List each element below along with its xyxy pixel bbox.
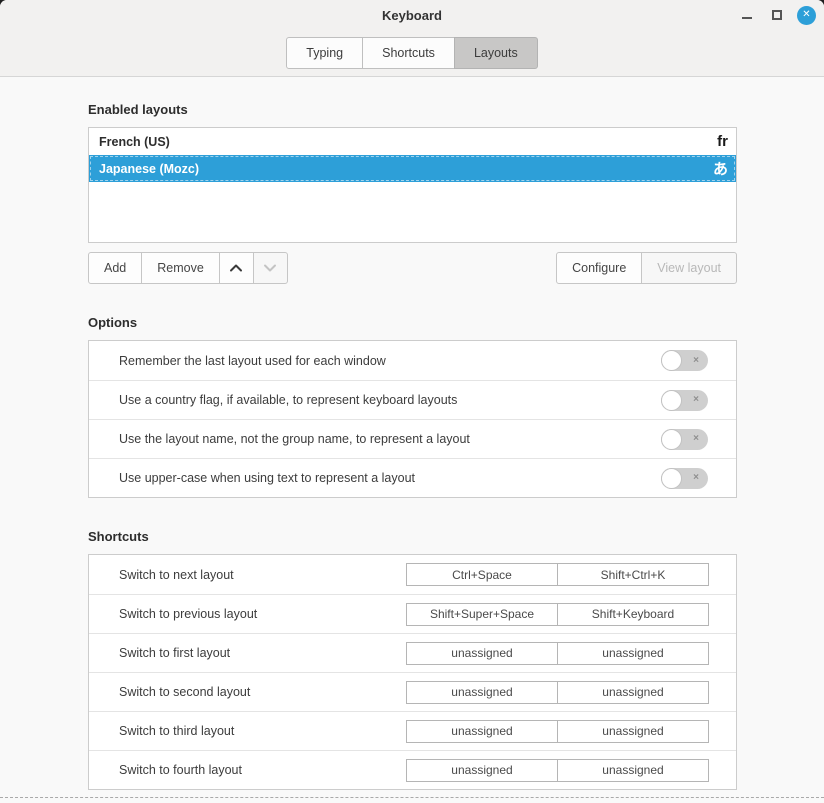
chevron-up-icon	[228, 261, 244, 275]
shortcut-label: Switch to previous layout	[119, 607, 406, 621]
keybinding-button[interactable]: unassigned	[406, 681, 558, 704]
keybinding-button[interactable]: unassigned	[406, 720, 558, 743]
shortcut-label: Switch to second layout	[119, 685, 406, 699]
toggle-knob	[661, 468, 682, 489]
toggle-knob	[661, 390, 682, 411]
option-row-country-flag: Use a country flag, if available, to rep…	[89, 380, 736, 419]
keybinding-button[interactable]: unassigned	[557, 759, 709, 782]
option-label: Use the layout name, not the group name,…	[119, 432, 661, 446]
tab-typing[interactable]: Typing	[286, 37, 363, 69]
option-label: Use a country flag, if available, to rep…	[119, 393, 661, 407]
shortcut-label: Switch to first layout	[119, 646, 406, 660]
toggle-off-icon: ×	[693, 356, 699, 366]
shortcut-row-previous-layout: Switch to previous layout Shift+Super+Sp…	[89, 594, 736, 633]
shortcut-row-second-layout: Switch to second layout unassigned unass…	[89, 672, 736, 711]
layout-edit-button-group: Add Remove	[88, 252, 288, 284]
toggle-layout-name[interactable]: ×	[661, 429, 708, 450]
keybinding-group: unassigned unassigned	[406, 759, 709, 782]
toggle-knob	[661, 350, 682, 371]
shortcuts-card: Switch to next layout Ctrl+Space Shift+C…	[88, 554, 737, 790]
shortcut-row-next-layout: Switch to next layout Ctrl+Space Shift+C…	[89, 555, 736, 594]
layout-name: Japanese (Mozc)	[99, 162, 713, 176]
keybinding-group: unassigned unassigned	[406, 642, 709, 665]
toggle-off-icon: ×	[693, 473, 699, 483]
keybinding-button[interactable]: unassigned	[557, 681, 709, 704]
keybinding-button[interactable]: unassigned	[557, 720, 709, 743]
layout-row-french[interactable]: French (US) fr	[89, 128, 736, 155]
window-controls: ✕	[737, 0, 816, 30]
shortcut-row-third-layout: Switch to third layout unassigned unassi…	[89, 711, 736, 750]
shortcuts-heading: Shortcuts	[88, 529, 737, 544]
toggle-remember-layout[interactable]: ×	[661, 350, 708, 371]
enabled-layouts-heading: Enabled layouts	[88, 102, 737, 117]
configure-layout-button[interactable]: Configure	[556, 252, 642, 284]
maximize-button[interactable]	[767, 5, 787, 25]
tab-shortcuts[interactable]: Shortcuts	[362, 37, 455, 69]
maximize-icon	[772, 10, 782, 20]
layout-name: French (US)	[99, 135, 717, 149]
minimize-icon	[742, 17, 752, 19]
keybinding-button[interactable]: Shift+Super+Space	[406, 603, 558, 626]
layouts-panel: Enabled layouts French (US) fr Japanese …	[0, 102, 824, 790]
remove-layout-button[interactable]: Remove	[141, 252, 220, 284]
keybinding-group: unassigned unassigned	[406, 681, 709, 704]
layout-view-button-group: Configure View layout	[556, 252, 737, 284]
keybinding-group: unassigned unassigned	[406, 720, 709, 743]
tab-group: Typing Shortcuts Layouts	[286, 37, 537, 69]
toggle-country-flag[interactable]: ×	[661, 390, 708, 411]
keybinding-button[interactable]: unassigned	[557, 642, 709, 665]
shortcut-row-first-layout: Switch to first layout unassigned unassi…	[89, 633, 736, 672]
keybinding-button[interactable]: unassigned	[406, 759, 558, 782]
toggle-upper-case[interactable]: ×	[661, 468, 708, 489]
tab-typing-label: Typing	[306, 46, 343, 60]
layout-indicator-badge: fr	[717, 133, 728, 150]
window-title: Keyboard	[0, 8, 824, 23]
resize-hint-dashed-line	[0, 797, 824, 798]
move-layout-down-button[interactable]	[253, 252, 288, 284]
toggle-knob	[661, 429, 682, 450]
move-layout-up-button[interactable]	[219, 252, 254, 284]
layout-indicator-badge: あ	[713, 158, 728, 179]
keybinding-button[interactable]: Ctrl+Space	[406, 563, 558, 586]
tab-shortcuts-label: Shortcuts	[382, 46, 435, 60]
close-button[interactable]: ✕	[797, 6, 816, 25]
layout-list-actions: Add Remove Configure View layout	[88, 252, 737, 284]
toggle-off-icon: ×	[693, 395, 699, 405]
option-label: Remember the last layout used for each w…	[119, 354, 661, 368]
toggle-off-icon: ×	[693, 434, 699, 444]
option-row-layout-name: Use the layout name, not the group name,…	[89, 419, 736, 458]
options-card: Remember the last layout used for each w…	[88, 340, 737, 498]
keybinding-group: Ctrl+Space Shift+Ctrl+K	[406, 563, 709, 586]
options-heading: Options	[88, 315, 737, 330]
tab-layouts[interactable]: Layouts	[454, 37, 538, 69]
option-row-upper-case: Use upper-case when using text to repres…	[89, 458, 736, 497]
add-layout-button[interactable]: Add	[88, 252, 142, 284]
minimize-button[interactable]	[737, 5, 757, 25]
shortcut-label: Switch to fourth layout	[119, 763, 406, 777]
view-layout-button[interactable]: View layout	[641, 252, 737, 284]
option-label: Use upper-case when using text to repres…	[119, 471, 661, 485]
keybinding-button[interactable]: unassigned	[406, 642, 558, 665]
enabled-layouts-list[interactable]: French (US) fr Japanese (Mozc) あ	[88, 127, 737, 243]
keybinding-group: Shift+Super+Space Shift+Keyboard	[406, 603, 709, 626]
shortcut-label: Switch to third layout	[119, 724, 406, 738]
keybinding-button[interactable]: Shift+Ctrl+K	[557, 563, 709, 586]
close-icon: ✕	[802, 10, 810, 20]
option-row-remember-layout: Remember the last layout used for each w…	[89, 341, 736, 380]
titlebar[interactable]: Keyboard ✕	[0, 0, 824, 30]
chevron-down-icon	[262, 261, 278, 275]
keyboard-settings-window: Keyboard ✕ Typing Shortcuts	[0, 0, 824, 803]
shortcut-label: Switch to next layout	[119, 568, 406, 582]
tab-bar: Typing Shortcuts Layouts	[0, 30, 824, 76]
keybinding-button[interactable]: Shift+Keyboard	[557, 603, 709, 626]
shortcut-row-fourth-layout: Switch to fourth layout unassigned unass…	[89, 750, 736, 789]
layout-row-japanese-selected[interactable]: Japanese (Mozc) あ	[89, 155, 736, 182]
window-header: Keyboard ✕ Typing Shortcuts	[0, 0, 824, 77]
tab-layouts-label: Layouts	[474, 46, 518, 60]
